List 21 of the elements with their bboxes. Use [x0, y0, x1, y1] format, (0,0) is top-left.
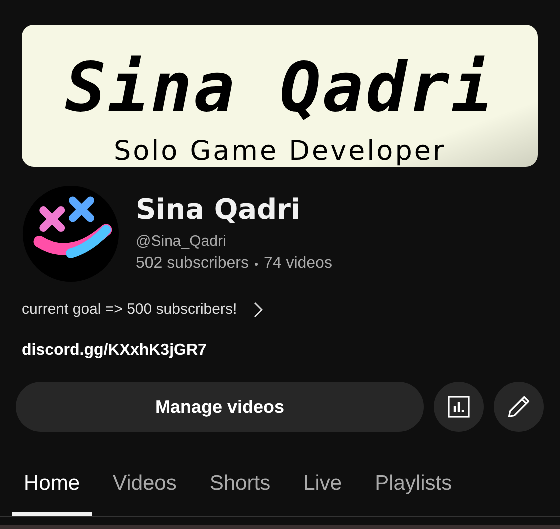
bar-chart-icon [447, 395, 471, 419]
chevron-right-icon[interactable] [253, 302, 264, 318]
channel-link[interactable]: discord.gg/KXxhK3jGR7 [22, 342, 207, 360]
banner-title: Sina Qadri [65, 55, 495, 124]
channel-handle: @Sina_Qadri [136, 233, 228, 250]
tab[interactable]: Home [12, 458, 92, 516]
tab[interactable]: Playlists [363, 458, 464, 516]
manage-videos-button[interactable]: Manage videos [16, 382, 424, 432]
tab[interactable]: Videos [101, 458, 189, 516]
analytics-button[interactable] [434, 382, 484, 432]
tab[interactable]: Shorts [198, 458, 283, 516]
separator-dot-icon [254, 262, 258, 266]
edit-button[interactable] [494, 382, 544, 432]
subscriber-count: 502 subscribers [136, 255, 249, 273]
tab[interactable]: Live [292, 458, 354, 516]
banner-subtitle: Solo Game Developer [114, 137, 446, 167]
pencil-icon [506, 394, 532, 420]
channel-description[interactable]: current goal => 500 subscribers! [22, 301, 238, 318]
avatar-logo-icon [22, 185, 120, 283]
channel-name: Sina Qadri [136, 193, 302, 227]
video-count: 74 videos [264, 255, 332, 273]
